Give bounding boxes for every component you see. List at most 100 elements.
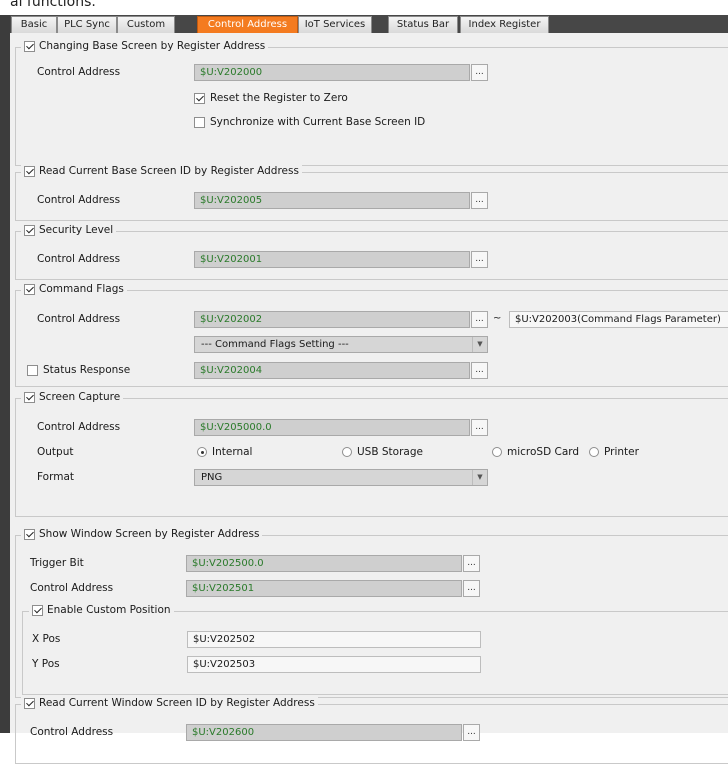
radio-icon[interactable]	[589, 447, 599, 457]
reset-register-checkbox[interactable]	[194, 92, 205, 104]
output-printer-label: Printer	[604, 446, 639, 458]
screen-capture-checkbox[interactable]	[24, 391, 35, 403]
security-control-field[interactable]: $U:V202001	[194, 251, 470, 268]
output-internal-radio[interactable]: Internal	[197, 446, 252, 458]
tab-bar: Basic PLC Sync Custom Control Address Io…	[10, 15, 728, 33]
tab-status-bar[interactable]: Status Bar	[388, 16, 458, 33]
tab-plc-sync[interactable]: PLC Sync	[57, 16, 117, 33]
top-strip: al functions.	[0, 0, 728, 15]
ellipsis-button-icon[interactable]: ...	[471, 311, 488, 328]
ellipsis-button-icon[interactable]: ...	[471, 192, 488, 209]
radio-icon[interactable]	[492, 447, 502, 457]
status-response-label: Status Response	[43, 364, 131, 376]
command-flags-checkbox[interactable]	[24, 283, 35, 295]
output-usb-radio[interactable]: USB Storage	[342, 446, 423, 458]
command-flags-control-field[interactable]: $U:V202002	[194, 311, 470, 328]
screen-capture-title: Screen Capture	[39, 391, 121, 403]
settings-window: Basic PLC Sync Custom Control Address Io…	[0, 15, 728, 764]
command-flags-setting-value: --- Command Flags Setting ---	[201, 339, 349, 350]
custom-position-title: Enable Custom Position	[47, 604, 171, 616]
security-level-title: Security Level	[39, 224, 114, 236]
xpos-label: X Pos	[32, 633, 61, 645]
window-left-border	[0, 15, 10, 733]
group-title[interactable]: Show Window Screen by Register Address	[21, 528, 263, 540]
control-address-label: Control Address	[37, 66, 121, 78]
ellipsis-button-icon[interactable]: ...	[471, 251, 488, 268]
output-internal-label: Internal	[212, 446, 253, 458]
control-address-label: Control Address	[30, 582, 114, 594]
group-command-flags: Command Flags Control Address $U:V202002…	[15, 283, 728, 387]
status-response-checkbox[interactable]	[27, 364, 38, 376]
command-flags-title: Command Flags	[39, 283, 124, 295]
output-microsd-label: microSD Card	[507, 446, 580, 458]
tab-custom[interactable]: Custom	[117, 16, 175, 33]
status-response-field[interactable]: $U:V202004	[194, 362, 470, 379]
group-title[interactable]: Command Flags	[21, 283, 127, 295]
control-address-panel: Changing Base Screen by Register Address…	[10, 33, 728, 764]
sync-base-screen-checkbox[interactable]	[194, 116, 205, 128]
read-window-title: Read Current Window Screen ID by Registe…	[39, 697, 315, 709]
ellipsis-button-icon[interactable]: ...	[463, 580, 480, 597]
sync-base-screen-label: Synchronize with Current Base Screen ID	[210, 116, 426, 128]
command-flags-setting-dropdown[interactable]: --- Command Flags Setting --- ▼	[194, 336, 488, 353]
command-flags-parameter-field[interactable]: $U:V202003(Command Flags Parameter)	[509, 311, 728, 328]
control-address-label: Control Address	[37, 194, 121, 206]
radio-selected-icon[interactable]	[197, 447, 207, 457]
format-label: Format	[37, 471, 75, 483]
changing-base-control-field[interactable]: $U:V202000	[194, 64, 470, 81]
show-window-checkbox[interactable]	[24, 528, 35, 540]
reset-register-label: Reset the Register to Zero	[210, 92, 348, 104]
group-title[interactable]: Changing Base Screen by Register Address	[21, 40, 269, 52]
ypos-label: Y Pos	[32, 658, 60, 670]
cut-off-caption: al functions.	[10, 0, 96, 10]
tilde-separator: ~	[493, 313, 502, 324]
screen-capture-control-field[interactable]: $U:V205000.0	[194, 419, 470, 436]
show-window-control-field[interactable]: $U:V202501	[186, 580, 462, 597]
output-printer-radio[interactable]: Printer	[589, 446, 639, 458]
trigger-bit-field[interactable]: $U:V202500.0	[186, 555, 462, 572]
group-title[interactable]: Screen Capture	[21, 391, 124, 403]
group-title[interactable]: Enable Custom Position	[29, 604, 174, 616]
tab-iot-services[interactable]: IoT Services	[298, 16, 372, 33]
group-custom-position: Enable Custom Position X Pos $U:V202502 …	[22, 604, 728, 695]
output-usb-label: USB Storage	[357, 446, 423, 458]
chevron-down-icon: ▼	[472, 337, 487, 352]
group-read-window-screen: Read Current Window Screen ID by Registe…	[15, 697, 728, 764]
read-base-control-field[interactable]: $U:V202005	[194, 192, 470, 209]
read-base-title: Read Current Base Screen ID by Register …	[39, 165, 299, 177]
reset-register-option[interactable]: Reset the Register to Zero	[194, 92, 348, 104]
control-address-label: Control Address	[37, 313, 121, 325]
control-address-label: Control Address	[37, 421, 121, 433]
group-changing-base-screen: Changing Base Screen by Register Address…	[15, 40, 728, 166]
sync-base-screen-option[interactable]: Synchronize with Current Base Screen ID	[194, 116, 425, 128]
chevron-down-icon: ▼	[472, 470, 487, 485]
xpos-field[interactable]: $U:V202502	[187, 631, 481, 648]
group-show-window-screen: Show Window Screen by Register Address T…	[15, 528, 728, 698]
format-dropdown[interactable]: PNG ▼	[194, 469, 488, 486]
custom-position-checkbox[interactable]	[32, 604, 43, 616]
group-title[interactable]: Security Level	[21, 224, 117, 236]
read-base-checkbox[interactable]	[24, 165, 35, 177]
ellipsis-button-icon[interactable]: ...	[471, 419, 488, 436]
ellipsis-button-icon[interactable]: ...	[471, 64, 488, 81]
security-level-checkbox[interactable]	[24, 224, 35, 236]
tab-control-address[interactable]: Control Address	[197, 16, 298, 33]
read-window-checkbox[interactable]	[24, 697, 35, 709]
control-address-label: Control Address	[30, 726, 114, 738]
tab-index-register[interactable]: Index Register	[460, 16, 549, 33]
format-value: PNG	[201, 472, 223, 483]
output-microsd-radio[interactable]: microSD Card	[492, 446, 579, 458]
changing-base-checkbox[interactable]	[24, 40, 35, 52]
group-title[interactable]: Read Current Window Screen ID by Registe…	[21, 697, 318, 709]
group-screen-capture: Screen Capture Control Address $U:V20500…	[15, 391, 728, 517]
tab-basic[interactable]: Basic	[11, 16, 57, 33]
group-title[interactable]: Read Current Base Screen ID by Register …	[21, 165, 302, 177]
ypos-field[interactable]: $U:V202503	[187, 656, 481, 673]
ellipsis-button-icon[interactable]: ...	[463, 555, 480, 572]
changing-base-title: Changing Base Screen by Register Address	[39, 40, 266, 52]
status-response-option[interactable]: Status Response	[27, 364, 130, 376]
radio-icon[interactable]	[342, 447, 352, 457]
show-window-title: Show Window Screen by Register Address	[39, 528, 260, 540]
ellipsis-button-icon[interactable]: ...	[471, 362, 488, 379]
group-read-base-screen: Read Current Base Screen ID by Register …	[15, 165, 728, 221]
